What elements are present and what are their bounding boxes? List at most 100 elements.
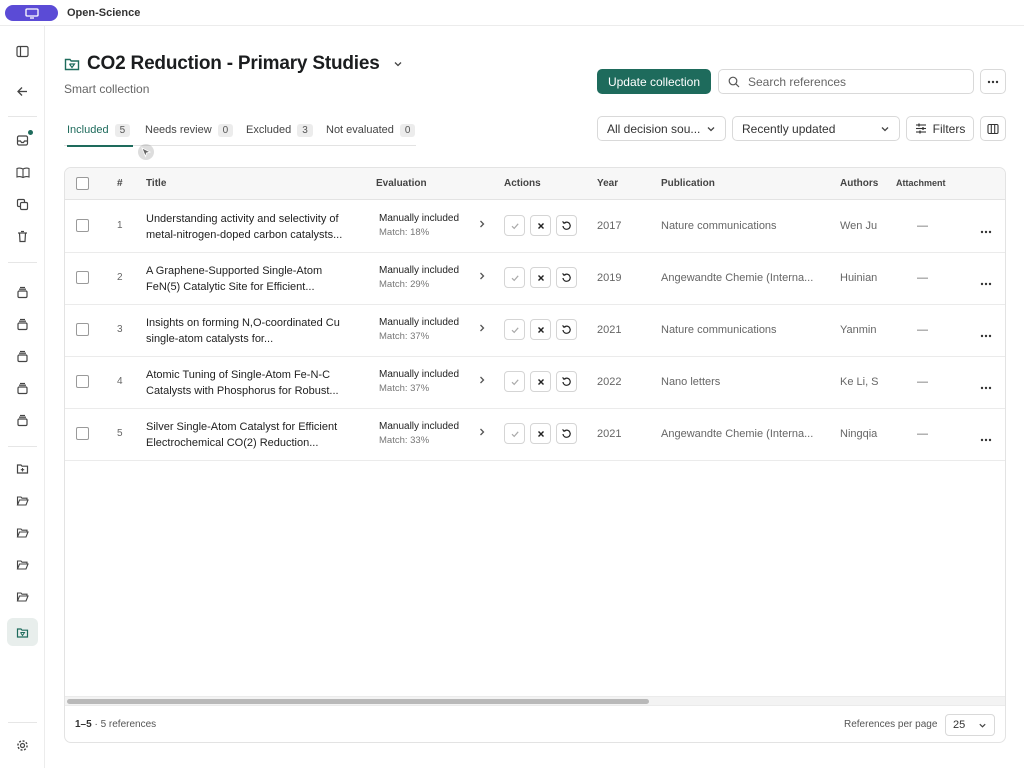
decision-source-select[interactable]: All decision sou...	[597, 116, 726, 141]
reference-title[interactable]: A Graphene-Supported Single-Atom FeN(5) …	[146, 263, 366, 295]
title-line: FeN(5) Catalytic Site for Efficient...	[146, 281, 315, 293]
sidebar-item-stack-3[interactable]	[7, 342, 38, 370]
match-score: Match: 33%	[379, 435, 430, 446]
table-row[interactable]: 2 A Graphene-Supported Single-Atom FeN(5…	[65, 253, 1005, 305]
sidebar-item-folder-4[interactable]	[7, 582, 38, 610]
column-header-authors[interactable]: Authors	[840, 178, 878, 189]
sidebar-item-folder-1[interactable]	[7, 486, 38, 514]
chevron-down-icon	[881, 126, 889, 131]
sidebar-item-stack-1[interactable]	[7, 278, 38, 306]
evaluation-expand-button[interactable]	[478, 271, 486, 284]
back-button[interactable]	[7, 77, 38, 105]
select-all-checkbox[interactable]	[76, 177, 89, 190]
tab-included[interactable]: Included 5	[67, 114, 134, 147]
close-icon	[537, 326, 544, 333]
table-row[interactable]: 3 Insights on forming N,O-coordinated Cu…	[65, 305, 1005, 357]
sort-select[interactable]: Recently updated	[732, 116, 900, 141]
include-button[interactable]	[504, 423, 525, 444]
column-header-number[interactable]: #	[117, 178, 123, 189]
row-more-button[interactable]	[980, 277, 992, 289]
reference-title[interactable]: Understanding activity and selectivity o…	[146, 211, 366, 243]
row-more-button[interactable]	[980, 329, 992, 341]
row-checkbox[interactable]	[76, 219, 89, 232]
update-collection-button[interactable]: Update collection	[597, 69, 711, 94]
horizontal-scrollbar[interactable]	[65, 696, 1005, 705]
row-checkbox[interactable]	[76, 271, 89, 284]
reference-title[interactable]: Insights on forming N,O-coordinated Cu s…	[146, 315, 366, 347]
tab-not-evaluated[interactable]: Not evaluated 0	[326, 114, 416, 146]
stack-icon	[17, 382, 28, 394]
tab-excluded[interactable]: Excluded 3	[246, 114, 313, 146]
sidebar-item-new-folder[interactable]	[7, 454, 38, 482]
reference-title[interactable]: Atomic Tuning of Single-Atom Fe-N-C Cata…	[146, 367, 366, 399]
tab-label: Excluded	[246, 124, 292, 136]
settings-button[interactable]	[7, 731, 38, 759]
toggle-sidebar-button[interactable]	[7, 37, 38, 65]
exclude-button[interactable]	[530, 319, 551, 340]
column-header-evaluation[interactable]: Evaluation	[376, 178, 427, 189]
include-button[interactable]	[504, 319, 525, 340]
exclude-button[interactable]	[530, 423, 551, 444]
per-page-value: 25	[953, 719, 966, 731]
sidebar-item-library[interactable]	[7, 158, 38, 186]
reset-decision-button[interactable]	[556, 215, 577, 236]
include-button[interactable]	[504, 371, 525, 392]
sidebar-toggle-icon	[16, 45, 29, 57]
tab-label: Included	[67, 124, 109, 136]
reset-decision-button[interactable]	[556, 267, 577, 288]
evaluation-expand-button[interactable]	[478, 427, 486, 440]
reset-decision-button[interactable]	[556, 371, 577, 392]
attachment-cell: —	[917, 272, 928, 284]
row-more-button[interactable]	[980, 381, 992, 393]
main-content: CO2 Reduction - Primary Studies Smart co…	[45, 26, 1024, 768]
undo-icon	[562, 429, 571, 438]
row-checkbox[interactable]	[76, 375, 89, 388]
reset-decision-button[interactable]	[556, 423, 577, 444]
sidebar-item-stack-5[interactable]	[7, 406, 38, 434]
tab-needs-review[interactable]: Needs review 0	[145, 114, 234, 146]
folder-open-icon	[16, 495, 29, 506]
include-button[interactable]	[504, 215, 525, 236]
evaluation-expand-button[interactable]	[478, 219, 486, 232]
column-header-attachment[interactable]: Attachment	[896, 178, 946, 188]
table-row[interactable]: 5 Silver Single-Atom Catalyst for Effici…	[65, 409, 1005, 461]
sidebar-item-trash[interactable]	[7, 222, 38, 250]
sidebar-item-folder-2[interactable]	[7, 518, 38, 546]
stack-icon	[17, 350, 28, 362]
row-checkbox[interactable]	[76, 427, 89, 440]
status-tabs: Included 5 Needs review 0 Excluded 3 Not…	[64, 114, 416, 147]
more-options-button[interactable]	[980, 69, 1006, 94]
evaluation-status: Manually included	[379, 369, 460, 380]
sidebar-item-folder-3[interactable]	[7, 550, 38, 578]
table-row[interactable]: 1 Understanding activity and selectivity…	[65, 201, 1005, 253]
filters-button[interactable]: Filters	[906, 116, 974, 141]
reset-decision-button[interactable]	[556, 319, 577, 340]
sidebar-item-stack-4[interactable]	[7, 374, 38, 402]
row-checkbox[interactable]	[76, 323, 89, 336]
columns-button[interactable]	[980, 116, 1006, 141]
column-header-publication[interactable]: Publication	[661, 178, 715, 189]
sidebar-item-smart-collection[interactable]	[7, 618, 38, 646]
sidebar-item-duplicates[interactable]	[7, 190, 38, 218]
column-header-title[interactable]: Title	[146, 178, 166, 189]
evaluation-expand-button[interactable]	[478, 323, 486, 336]
scrollbar-thumb[interactable]	[67, 699, 649, 704]
include-button[interactable]	[504, 267, 525, 288]
evaluation-expand-button[interactable]	[478, 375, 486, 388]
title-menu-button[interactable]	[393, 59, 403, 69]
per-page-select[interactable]: 25	[945, 714, 995, 736]
column-header-year[interactable]: Year	[597, 178, 618, 189]
row-more-button[interactable]	[980, 433, 992, 445]
exclude-button[interactable]	[530, 215, 551, 236]
sidebar-item-stack-2[interactable]	[7, 310, 38, 338]
sidebar-item-inbox[interactable]	[7, 126, 38, 154]
undo-icon	[562, 377, 571, 386]
exclude-button[interactable]	[530, 267, 551, 288]
table-row[interactable]: 4 Atomic Tuning of Single-Atom Fe-N-C Ca…	[65, 357, 1005, 409]
app-switcher-button[interactable]	[5, 5, 58, 21]
mouse-cursor-icon	[138, 144, 154, 160]
row-more-button[interactable]	[980, 225, 992, 237]
reference-title[interactable]: Silver Single-Atom Catalyst for Efficien…	[146, 419, 366, 451]
exclude-button[interactable]	[530, 371, 551, 392]
search-input[interactable]	[748, 74, 958, 89]
